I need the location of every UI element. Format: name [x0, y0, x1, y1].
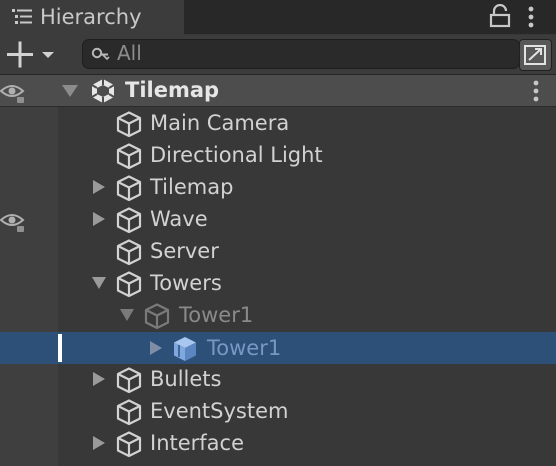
- tree-item-label: Tilemap: [150, 175, 234, 199]
- tree-item-label: Tower1: [207, 336, 282, 360]
- tree-item[interactable]: Wave: [58, 203, 556, 235]
- tab-title: Hierarchy: [40, 5, 142, 29]
- expand-arrow-right[interactable]: [91, 171, 107, 203]
- tree-item-label: Bullets: [150, 367, 222, 391]
- prefab-icon: [171, 335, 199, 363]
- hierarchy-toolbar: [0, 35, 556, 75]
- tree-item[interactable]: Bullets: [58, 363, 556, 395]
- search-input[interactable]: [117, 41, 497, 65]
- tree-item[interactable]: Tower1: [58, 299, 556, 331]
- tree-item[interactable]: Main Camera: [58, 107, 556, 139]
- tree-item-selected[interactable]: Tower1: [58, 332, 556, 364]
- gameobject-icon: [115, 398, 143, 426]
- tree-item-label: Directional Light: [150, 143, 323, 167]
- maximize-button[interactable]: [519, 39, 552, 71]
- hierarchy-tab[interactable]: Hierarchy: [0, 0, 184, 35]
- search-icon: [91, 46, 111, 66]
- expand-arrow-right[interactable]: [148, 332, 164, 364]
- tree-item[interactable]: Server: [58, 235, 556, 267]
- expand-arrow-down[interactable]: [91, 267, 107, 299]
- expand-arrow-right[interactable]: [91, 363, 107, 395]
- gameobject-icon: [115, 206, 143, 234]
- tree-item-label: EventSystem: [150, 399, 289, 423]
- create-button[interactable]: [4, 38, 62, 70]
- tree-item[interactable]: Tilemap: [58, 171, 556, 203]
- gameobject-icon: [115, 366, 143, 394]
- gameobject-icon: [115, 270, 143, 298]
- selection-gutter: [0, 332, 58, 364]
- gameobject-icon: [143, 302, 171, 330]
- list-icon: [12, 9, 32, 29]
- expand-arrow-right[interactable]: [91, 203, 107, 235]
- expand-arrow-right[interactable]: [91, 427, 107, 459]
- tree-item-label: Server: [150, 239, 219, 263]
- maximize-icon: [524, 45, 546, 65]
- search-field[interactable]: [82, 39, 520, 69]
- tab-menu-icon[interactable]: [527, 6, 535, 32]
- tree-item[interactable]: Interface: [58, 427, 556, 459]
- tree-item-label: Wave: [150, 207, 208, 231]
- lock-icon[interactable]: [489, 3, 511, 32]
- expand-arrow-down[interactable]: [119, 299, 135, 331]
- scene-menu-icon[interactable]: [532, 80, 540, 106]
- scene-expand-arrow[interactable]: [62, 83, 78, 102]
- tree-item-label: Towers: [150, 271, 222, 295]
- tree-item[interactable]: Directional Light: [58, 139, 556, 171]
- tree-item[interactable]: Towers: [58, 267, 556, 299]
- scene-header[interactable]: Tilemap: [0, 75, 556, 107]
- tree-item-label: Interface: [150, 431, 245, 455]
- tree-item-label: Tower1: [179, 303, 254, 327]
- visibility-gutter: [0, 75, 58, 466]
- selection-focus-bar: [58, 334, 62, 362]
- unity-scene-icon: [89, 77, 117, 109]
- eye-icon[interactable]: [0, 211, 26, 237]
- gameobject-icon: [115, 142, 143, 170]
- tree-item-label: Main Camera: [150, 111, 290, 135]
- plus-icon: [7, 41, 54, 68]
- scene-name: Tilemap: [125, 78, 220, 102]
- gameobject-icon: [115, 174, 143, 202]
- tree-item[interactable]: EventSystem: [58, 395, 556, 427]
- gameobject-icon: [115, 238, 143, 266]
- gameobject-icon: [115, 110, 143, 138]
- eye-icon[interactable]: [0, 82, 26, 108]
- gameobject-icon: [115, 430, 143, 458]
